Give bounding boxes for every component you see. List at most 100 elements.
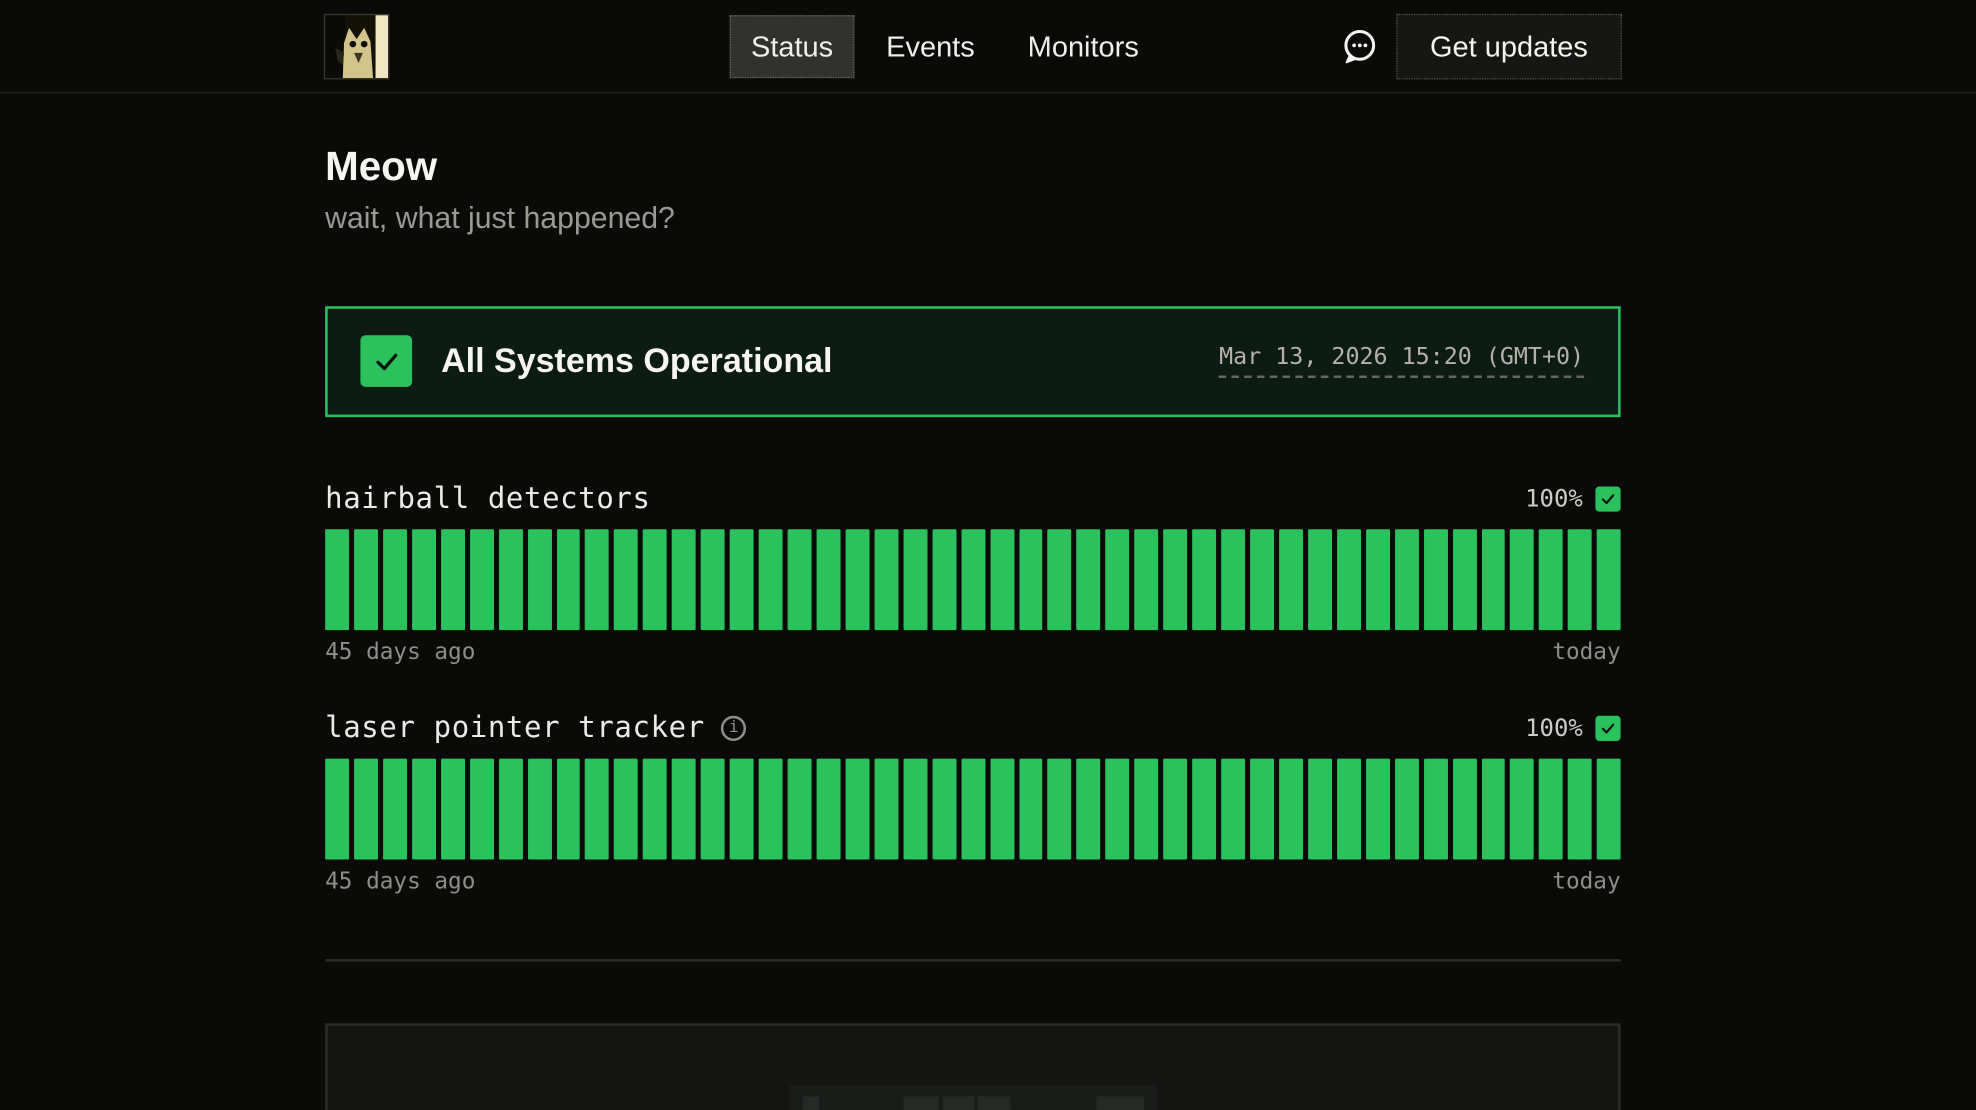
uptime-bar[interactable] (556, 529, 580, 630)
uptime-bar[interactable] (1308, 529, 1332, 630)
uptime-bar[interactable] (1192, 758, 1216, 859)
uptime-bar[interactable] (1395, 758, 1419, 859)
uptime-bar[interactable] (1568, 529, 1592, 630)
uptime-bar[interactable] (470, 529, 494, 630)
uptime-bar[interactable] (1539, 758, 1563, 859)
uptime-bar[interactable] (643, 529, 667, 630)
uptime-bar[interactable] (817, 529, 841, 630)
uptime-bar[interactable] (1250, 529, 1274, 630)
uptime-bar[interactable] (701, 758, 725, 859)
uptime-bar[interactable] (1163, 758, 1187, 859)
uptime-bar[interactable] (874, 758, 898, 859)
uptime-bar[interactable] (1279, 529, 1303, 630)
uptime-bar[interactable] (759, 529, 783, 630)
uptime-bar[interactable] (643, 758, 667, 859)
uptime-bar[interactable] (903, 529, 927, 630)
uptime-bar[interactable] (961, 529, 985, 630)
uptime-bar[interactable] (1395, 529, 1419, 630)
uptime-bar[interactable] (1221, 529, 1245, 630)
uptime-bar[interactable] (1019, 758, 1043, 859)
uptime-bar[interactable] (585, 529, 609, 630)
site-logo[interactable] (325, 14, 388, 77)
uptime-bar[interactable] (1106, 758, 1130, 859)
tab-events[interactable]: Events (865, 14, 996, 77)
uptime-bar[interactable] (1481, 529, 1505, 630)
uptime-bar[interactable] (1510, 529, 1534, 630)
uptime-bar[interactable] (1192, 529, 1216, 630)
uptime-bar[interactable] (1308, 758, 1332, 859)
uptime-bar-chart[interactable] (325, 758, 1620, 859)
uptime-bar[interactable] (412, 758, 436, 859)
uptime-bar[interactable] (1221, 758, 1245, 859)
uptime-bar[interactable] (759, 758, 783, 859)
uptime-bar[interactable] (499, 758, 523, 859)
uptime-bar[interactable] (441, 529, 465, 630)
uptime-bar[interactable] (672, 758, 696, 859)
uptime-bar[interactable] (383, 529, 407, 630)
uptime-bar[interactable] (1337, 758, 1361, 859)
uptime-bar[interactable] (556, 758, 580, 859)
info-icon[interactable]: i (721, 715, 746, 740)
uptime-bar[interactable] (383, 758, 407, 859)
uptime-bar[interactable] (932, 758, 956, 859)
uptime-bar[interactable] (325, 758, 349, 859)
uptime-bar[interactable] (1424, 758, 1448, 859)
uptime-bar[interactable] (1279, 758, 1303, 859)
uptime-bar[interactable] (1481, 758, 1505, 859)
uptime-bar[interactable] (1597, 529, 1621, 630)
uptime-bar[interactable] (961, 758, 985, 859)
uptime-bar[interactable] (614, 529, 638, 630)
uptime-bar[interactable] (1134, 529, 1158, 630)
uptime-bar[interactable] (874, 529, 898, 630)
uptime-bar[interactable] (527, 529, 551, 630)
tab-status[interactable]: Status (730, 14, 855, 77)
uptime-bar[interactable] (1597, 758, 1621, 859)
uptime-bar[interactable] (672, 529, 696, 630)
uptime-bar[interactable] (1568, 758, 1592, 859)
uptime-bar[interactable] (1250, 758, 1274, 859)
uptime-bar[interactable] (990, 758, 1014, 859)
uptime-bar[interactable] (903, 758, 927, 859)
uptime-bar[interactable] (845, 758, 869, 859)
uptime-bar[interactable] (614, 758, 638, 859)
uptime-bar[interactable] (1539, 529, 1563, 630)
status-timestamp[interactable]: Mar 13, 2026 15:20 (GMT+0) (1219, 344, 1584, 378)
uptime-bar[interactable] (817, 758, 841, 859)
uptime-bar[interactable] (1510, 758, 1534, 859)
uptime-bar[interactable] (1134, 758, 1158, 859)
uptime-bar[interactable] (499, 529, 523, 630)
uptime-bar[interactable] (701, 529, 725, 630)
uptime-bar[interactable] (1452, 529, 1476, 630)
uptime-bar[interactable] (354, 529, 378, 630)
uptime-bar[interactable] (1424, 529, 1448, 630)
uptime-bar[interactable] (1077, 758, 1101, 859)
uptime-bar[interactable] (788, 758, 812, 859)
uptime-bar[interactable] (354, 758, 378, 859)
uptime-bar[interactable] (730, 758, 754, 859)
uptime-bar[interactable] (1163, 529, 1187, 630)
uptime-bar[interactable] (1019, 529, 1043, 630)
uptime-bar[interactable] (1337, 529, 1361, 630)
chat-bubble-icon[interactable] (1339, 26, 1379, 66)
uptime-bar[interactable] (412, 529, 436, 630)
get-updates-button[interactable]: Get updates (1396, 13, 1622, 79)
uptime-bar[interactable] (527, 758, 551, 859)
uptime-bar[interactable] (441, 758, 465, 859)
uptime-bar[interactable] (1106, 529, 1130, 630)
uptime-bar[interactable] (1366, 758, 1390, 859)
uptime-bar[interactable] (1048, 758, 1072, 859)
uptime-bar[interactable] (932, 529, 956, 630)
uptime-bar-chart[interactable] (325, 529, 1620, 630)
uptime-bar[interactable] (325, 529, 349, 630)
uptime-bar[interactable] (1366, 529, 1390, 630)
uptime-bar[interactable] (1452, 758, 1476, 859)
uptime-bar[interactable] (845, 529, 869, 630)
uptime-bar[interactable] (730, 529, 754, 630)
uptime-bar[interactable] (470, 758, 494, 859)
uptime-bar[interactable] (585, 758, 609, 859)
uptime-bar[interactable] (1077, 529, 1101, 630)
tab-monitors[interactable]: Monitors (1006, 14, 1160, 77)
uptime-bar[interactable] (1048, 529, 1072, 630)
uptime-bar[interactable] (990, 529, 1014, 630)
uptime-bar[interactable] (788, 529, 812, 630)
